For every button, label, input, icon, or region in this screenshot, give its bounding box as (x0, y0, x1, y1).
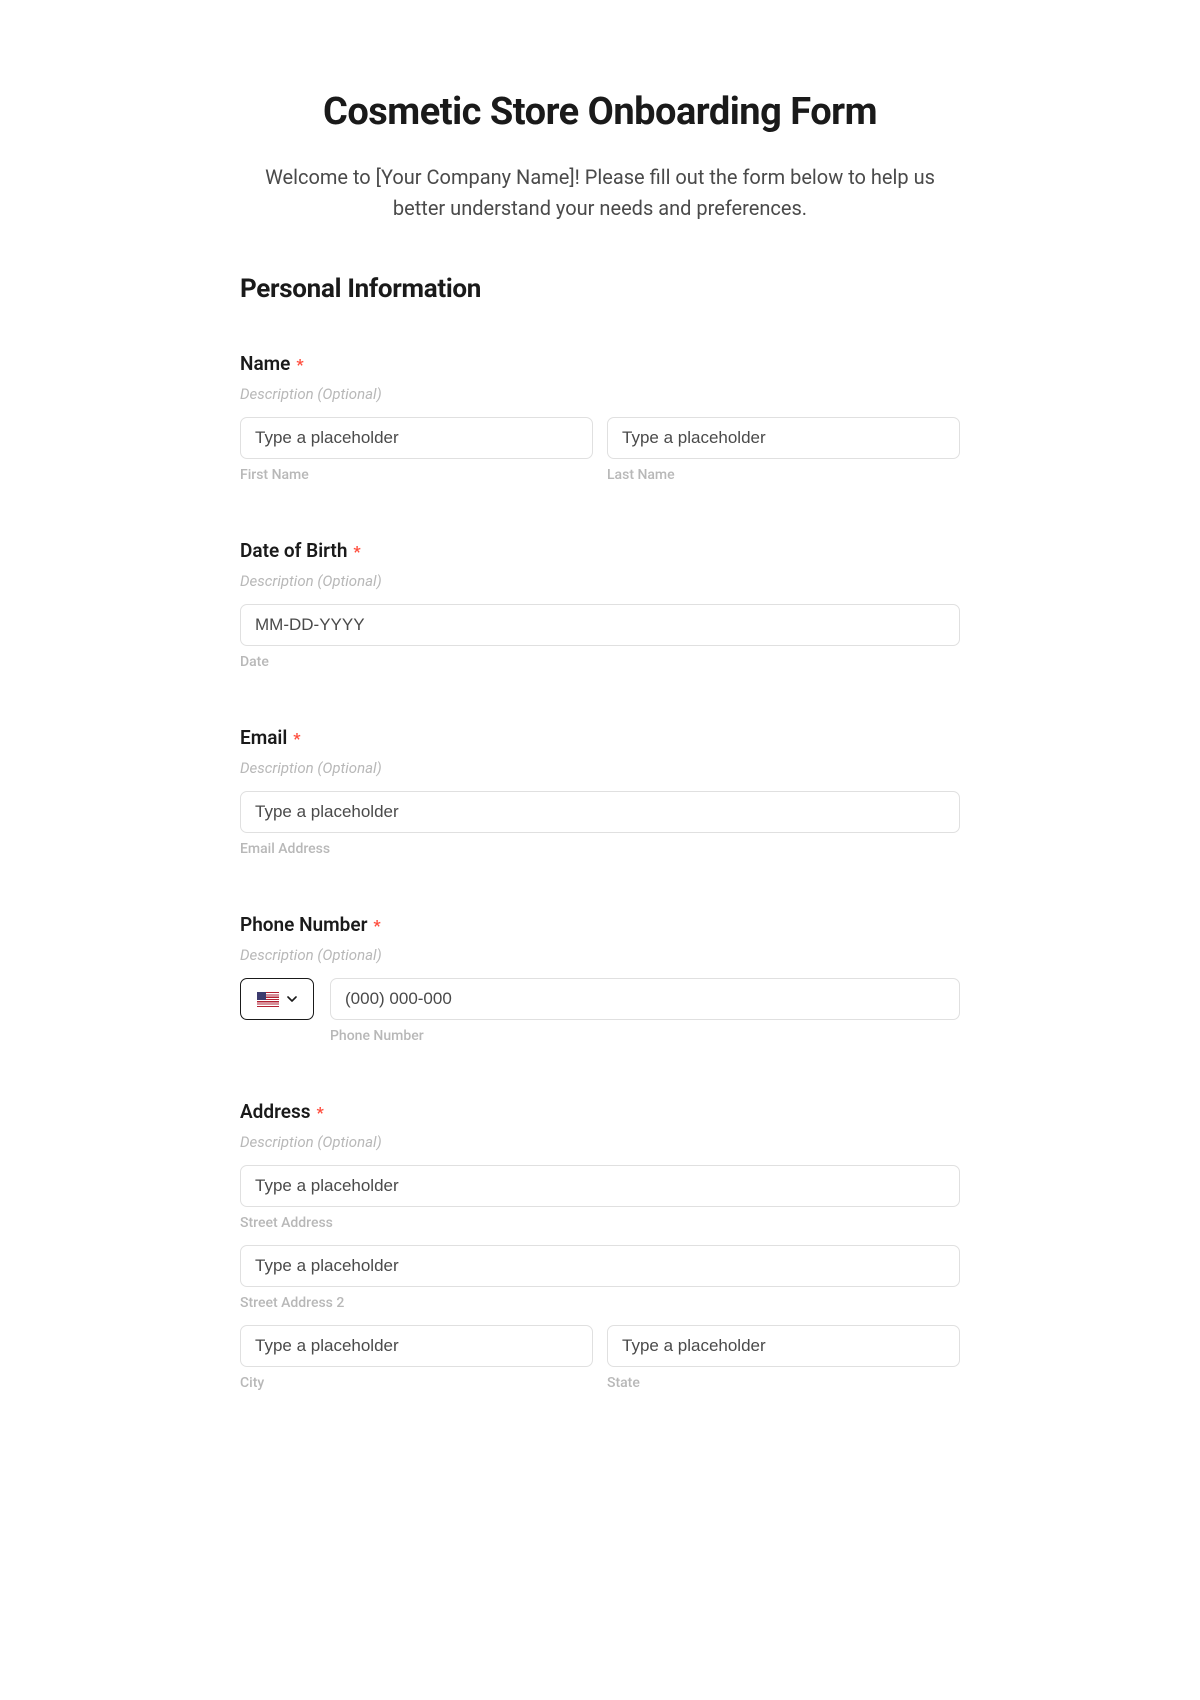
sub-label-street2: Street Address 2 (240, 1295, 960, 1311)
us-flag-icon (257, 992, 279, 1007)
required-star: * (316, 1103, 323, 1122)
section-heading-personal-info: Personal Information (240, 274, 960, 304)
city-input[interactable] (240, 1325, 593, 1367)
form-title: Cosmetic Store Onboarding Form (240, 90, 960, 134)
required-star: * (373, 916, 380, 935)
required-star: * (353, 542, 360, 561)
street-address-2-input[interactable] (240, 1245, 960, 1287)
street-address-input[interactable] (240, 1165, 960, 1207)
chevron-down-icon (287, 996, 297, 1002)
field-group-dob: Date of Birth * Description (Optional) D… (240, 539, 960, 670)
field-group-phone: Phone Number * Description (Optional) Ph… (240, 913, 960, 1044)
sub-label-street: Street Address (240, 1215, 960, 1231)
dob-input[interactable] (240, 604, 960, 646)
required-star: * (296, 355, 303, 374)
state-input[interactable] (607, 1325, 960, 1367)
field-description-email: Description (Optional) (240, 759, 960, 777)
sub-label-phone: Phone Number (330, 1028, 960, 1044)
field-description-phone: Description (Optional) (240, 946, 960, 964)
field-group-email: Email * Description (Optional) Email Add… (240, 726, 960, 857)
email-input[interactable] (240, 791, 960, 833)
field-label-address: Address (240, 1100, 311, 1123)
field-label-name: Name (240, 352, 290, 375)
field-label-dob: Date of Birth (240, 539, 347, 562)
field-description-name: Description (Optional) (240, 385, 960, 403)
sub-label-email: Email Address (240, 841, 960, 857)
field-label-email: Email (240, 726, 287, 749)
sub-label-first-name: First Name (240, 467, 593, 483)
country-selector[interactable] (240, 978, 314, 1020)
sub-label-last-name: Last Name (607, 467, 960, 483)
form-container: Cosmetic Store Onboarding Form Welcome t… (240, 0, 960, 1391)
sub-label-city: City (240, 1375, 593, 1391)
phone-input[interactable] (330, 978, 960, 1020)
first-name-input[interactable] (240, 417, 593, 459)
required-star: * (293, 729, 300, 748)
last-name-input[interactable] (607, 417, 960, 459)
field-group-address: Address * Description (Optional) Street … (240, 1100, 960, 1391)
field-description-dob: Description (Optional) (240, 572, 960, 590)
form-intro: Welcome to [Your Company Name]! Please f… (240, 162, 960, 224)
field-description-address: Description (Optional) (240, 1133, 960, 1151)
sub-label-dob: Date (240, 654, 960, 670)
field-label-phone: Phone Number (240, 913, 367, 936)
field-group-name: Name * Description (Optional) First Name… (240, 352, 960, 483)
sub-label-state: State (607, 1375, 960, 1391)
